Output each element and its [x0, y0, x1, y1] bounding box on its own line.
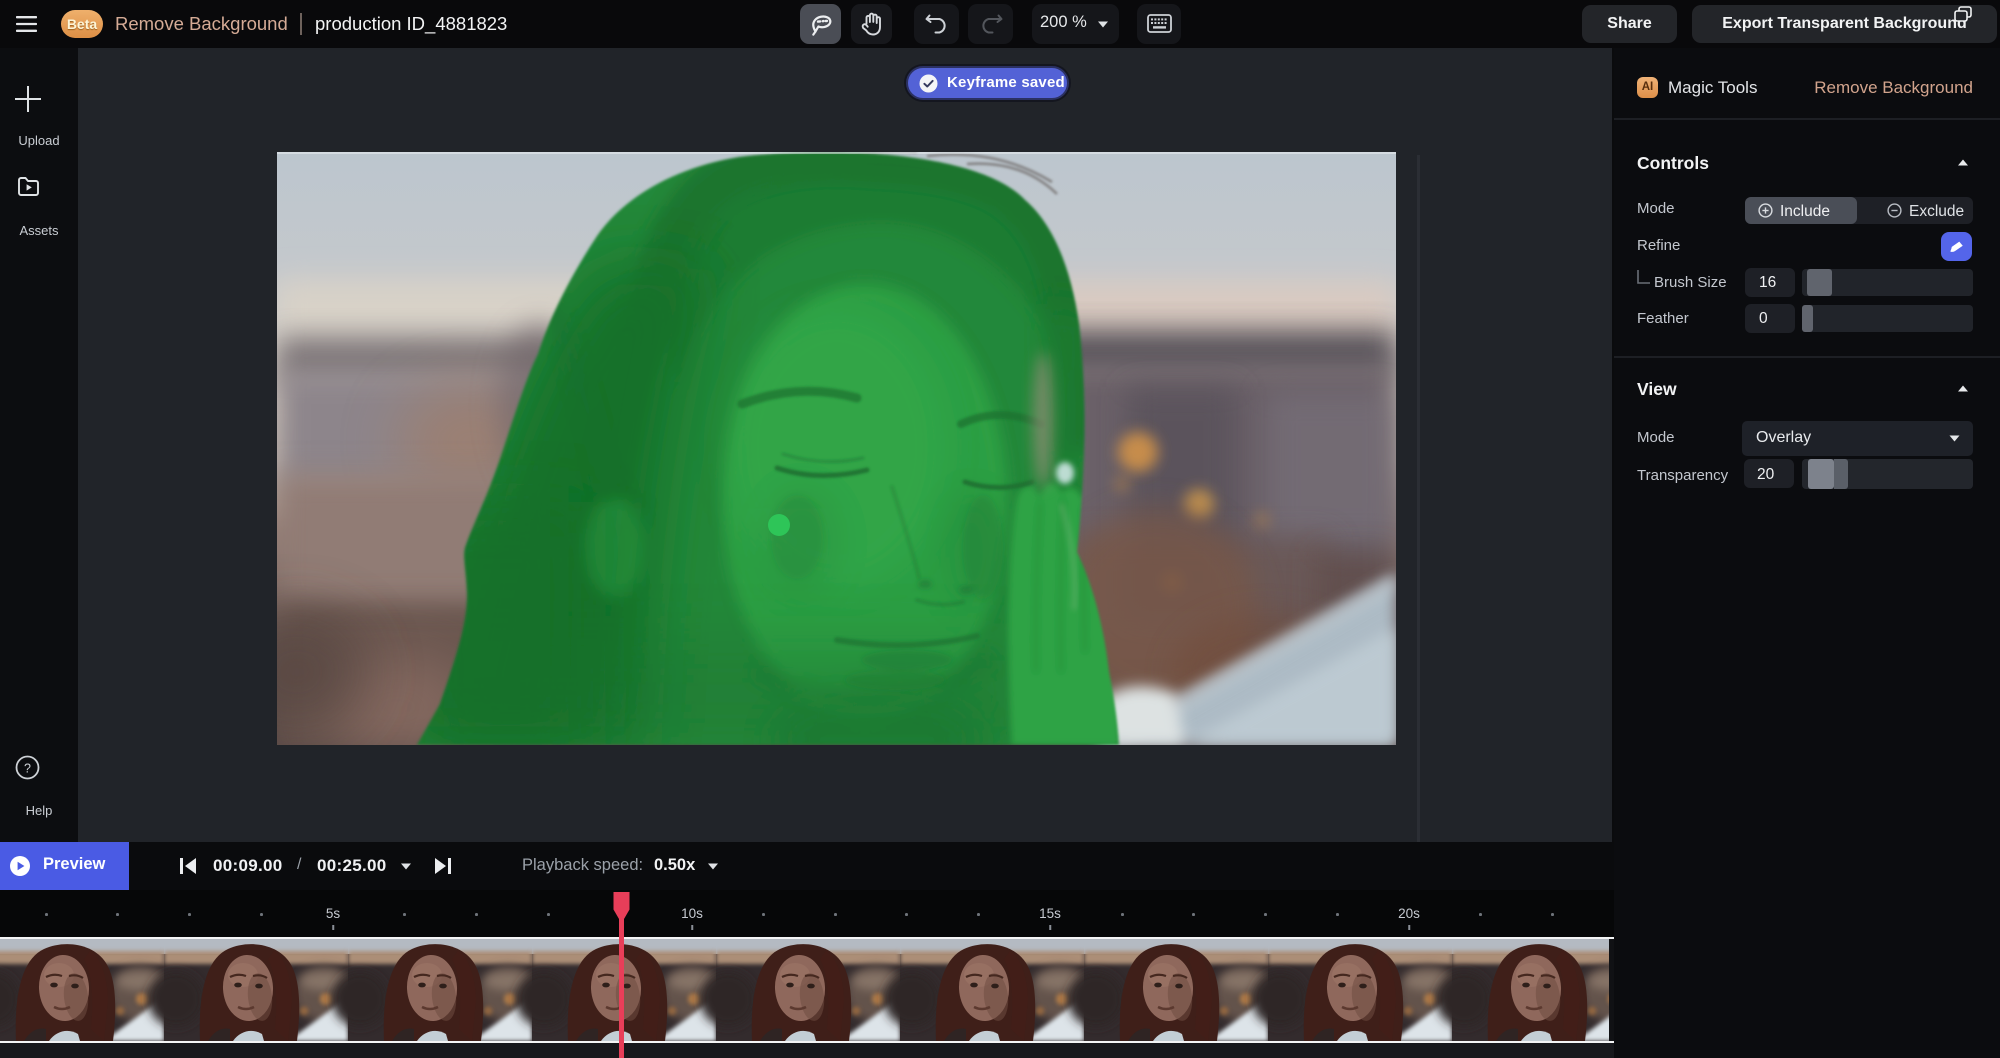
svg-text:?: ?: [24, 761, 31, 775]
